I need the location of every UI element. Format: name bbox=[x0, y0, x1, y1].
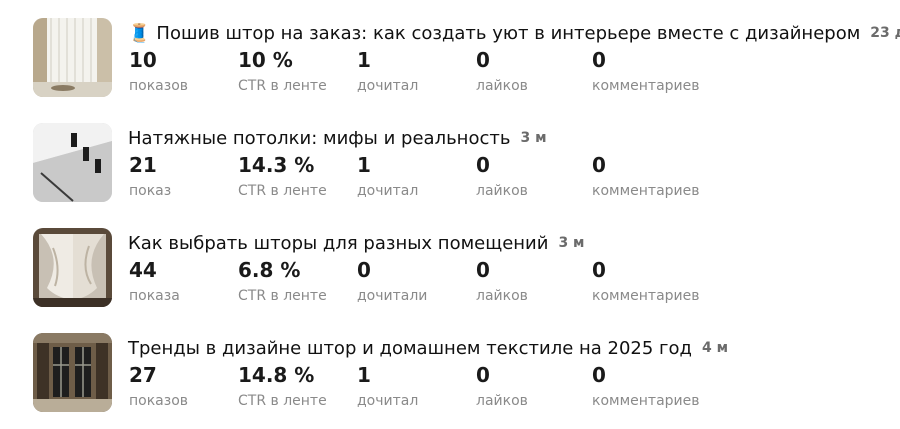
views-count: 44 bbox=[129, 258, 157, 282]
reads-label: дочитал bbox=[357, 183, 419, 199]
comments-count: 0 bbox=[592, 153, 606, 177]
likes-label: лайков bbox=[476, 288, 528, 304]
views-count: 21 bbox=[129, 153, 157, 177]
reads-count: 1 bbox=[357, 363, 371, 387]
article-row[interactable]: Тренды в дизайне штор и домашнем текстил… bbox=[0, 333, 900, 415]
likes-label: лайков bbox=[476, 183, 528, 199]
article-age: 4 м bbox=[701, 340, 729, 356]
ctr-value: 14.8 % bbox=[238, 363, 315, 387]
article-age: 3 м bbox=[520, 130, 547, 146]
views-count: 27 bbox=[129, 363, 157, 387]
article-title-line: 🧵 Пошив штор на заказ: как создать уют в… bbox=[128, 18, 900, 48]
article-stats-list: 🧵 Пошив штор на заказ: как создать уют в… bbox=[0, 0, 900, 429]
ctr-label: CTR в ленте bbox=[238, 288, 327, 304]
article-thumbnail[interactable] bbox=[33, 18, 112, 97]
article-title-line: Тренды в дизайне штор и домашнем текстил… bbox=[128, 333, 728, 363]
comments-stat: 0 комментариев bbox=[592, 153, 700, 201]
ctr-stat: 6.8 % CTR в ленте bbox=[238, 258, 327, 306]
reads-label: дочитали bbox=[357, 288, 428, 304]
ctr-stat: 10 % CTR в ленте bbox=[238, 48, 327, 96]
comments-stat: 0 комментариев bbox=[592, 258, 700, 306]
reads-stat: 1 дочитал bbox=[357, 363, 418, 411]
comments-label: комментариев bbox=[592, 393, 700, 409]
likes-count: 0 bbox=[476, 363, 490, 387]
article-title-line: Натяжные потолки: мифы и реальность 3 м bbox=[128, 123, 547, 153]
comments-stat: 0 комментариев bbox=[592, 48, 700, 96]
interior-textile-image bbox=[33, 333, 112, 412]
comments-count: 0 bbox=[592, 363, 606, 387]
article-title[interactable]: Тренды в дизайне штор и домашнем текстил… bbox=[128, 338, 692, 359]
reads-stat: 1 дочитал bbox=[357, 48, 418, 96]
views-stat: 44 показа bbox=[129, 258, 180, 306]
thread-spool-icon: 🧵 bbox=[128, 22, 151, 44]
views-label: показов bbox=[129, 78, 189, 94]
ctr-stat: 14.8 % CTR в ленте bbox=[238, 363, 327, 411]
likes-count: 0 bbox=[476, 258, 490, 282]
ctr-value: 6.8 % bbox=[238, 258, 301, 282]
comments-stat: 0 комментариев bbox=[592, 363, 700, 411]
likes-label: лайков bbox=[476, 78, 528, 94]
likes-stat: 0 лайков bbox=[476, 363, 528, 411]
article-title[interactable]: Пошив штор на заказ: как создать уют в и… bbox=[156, 23, 860, 44]
ctr-label: CTR в ленте bbox=[238, 393, 327, 409]
reads-count: 1 bbox=[357, 153, 371, 177]
ctr-value: 10 % bbox=[238, 48, 293, 72]
reads-count: 0 bbox=[357, 258, 371, 282]
likes-count: 0 bbox=[476, 153, 490, 177]
article-thumbnail[interactable] bbox=[33, 333, 112, 412]
views-stat: 27 показов bbox=[129, 363, 188, 411]
article-thumbnail[interactable] bbox=[33, 228, 112, 307]
views-stat: 10 показов bbox=[129, 48, 188, 96]
views-label: показов bbox=[129, 393, 189, 409]
comments-label: комментариев bbox=[592, 78, 700, 94]
ctr-label: CTR в ленте bbox=[238, 183, 327, 199]
reads-count: 1 bbox=[357, 48, 371, 72]
likes-stat: 0 лайков bbox=[476, 153, 528, 201]
ctr-label: CTR в ленте bbox=[238, 78, 327, 94]
reads-label: дочитал bbox=[357, 78, 419, 94]
likes-label: лайков bbox=[476, 393, 528, 409]
article-age: 23 д bbox=[870, 25, 900, 41]
article-thumbnail[interactable] bbox=[33, 123, 112, 202]
views-label: показа bbox=[129, 288, 180, 304]
article-title[interactable]: Как выбрать шторы для разных помещений bbox=[128, 233, 548, 254]
curtains-room-image bbox=[33, 228, 112, 307]
ctr-stat: 14.3 % CTR в ленте bbox=[238, 153, 327, 201]
views-stat: 21 показ bbox=[129, 153, 171, 201]
likes-stat: 0 лайков bbox=[476, 258, 528, 306]
comments-count: 0 bbox=[592, 48, 606, 72]
likes-stat: 0 лайков bbox=[476, 48, 528, 96]
ctr-value: 14.3 % bbox=[238, 153, 315, 177]
curtain-window-image bbox=[33, 18, 112, 97]
article-title-line: Как выбрать шторы для разных помещений 3… bbox=[128, 228, 585, 258]
article-age: 3 м bbox=[558, 235, 585, 251]
article-row[interactable]: 🧵 Пошив штор на заказ: как создать уют в… bbox=[0, 18, 900, 100]
reads-label: дочитал bbox=[357, 393, 419, 409]
views-count: 10 bbox=[129, 48, 157, 72]
comments-label: комментариев bbox=[592, 183, 700, 199]
article-row[interactable]: Натяжные потолки: мифы и реальность 3 м … bbox=[0, 123, 900, 205]
comments-count: 0 bbox=[592, 258, 606, 282]
reads-stat: 0 дочитали bbox=[357, 258, 427, 306]
views-label: показ bbox=[129, 183, 172, 199]
stretch-ceiling-image bbox=[33, 123, 112, 202]
article-row[interactable]: Как выбрать шторы для разных помещений 3… bbox=[0, 228, 900, 310]
article-title[interactable]: Натяжные потолки: мифы и реальность bbox=[128, 128, 510, 149]
reads-stat: 1 дочитал bbox=[357, 153, 418, 201]
likes-count: 0 bbox=[476, 48, 490, 72]
comments-label: комментариев bbox=[592, 288, 700, 304]
